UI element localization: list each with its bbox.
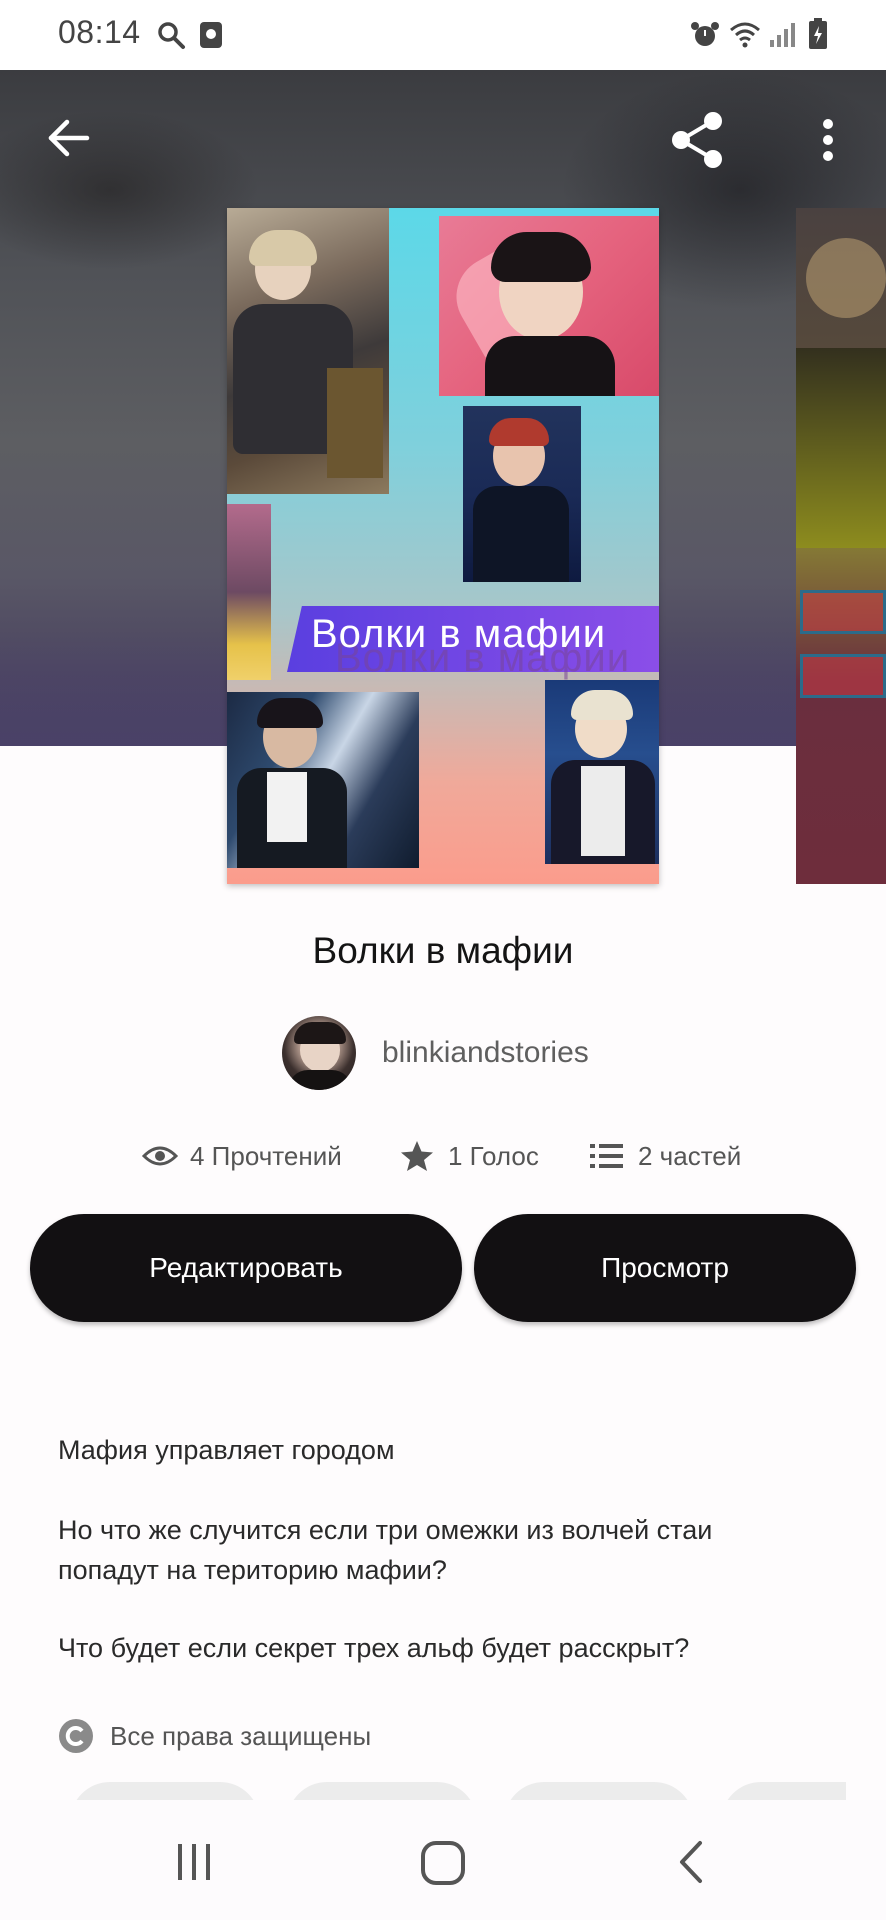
alarm-icon (691, 22, 719, 46)
more-options-button[interactable] (806, 110, 850, 170)
copyright-icon (59, 1719, 93, 1753)
description-line: Но что же случится если три омежки из во… (58, 1515, 713, 1585)
view-button[interactable]: Просмотр (474, 1214, 856, 1322)
description-line: Что будет если секрет трех альф будет ра… (58, 1633, 690, 1663)
status-time: 08:14 (58, 14, 141, 50)
copyright-notice: Все права защищены (58, 1716, 371, 1756)
back-button[interactable] (36, 106, 100, 170)
cover-photo (439, 216, 659, 396)
votes-stat: 1 Голос (400, 1136, 539, 1176)
votes-count: 1 Голос (448, 1140, 539, 1171)
description-line: Мафия управляет городом (58, 1435, 395, 1465)
signal-icon (770, 23, 795, 47)
reads-stat: 4 Прочтений (142, 1136, 342, 1176)
reads-count: 4 Прочтений (190, 1140, 342, 1171)
cover-photo (227, 692, 419, 868)
cover-photo (227, 208, 389, 494)
next-story-cover[interactable] (796, 208, 886, 884)
share-button[interactable] (662, 104, 734, 176)
copyright-label: Все права защищены (110, 1720, 372, 1751)
author-avatar[interactable] (282, 1016, 356, 1090)
story-title: Волки в мафии (312, 930, 574, 971)
screenshot-icon (200, 22, 222, 48)
arrow-left-icon (48, 119, 90, 157)
back-chevron-icon[interactable] (676, 1840, 708, 1884)
next-cover-tag (800, 654, 886, 698)
share-icon (672, 112, 722, 168)
story-cover[interactable]: Волки в мафии Волки в мафии (227, 208, 659, 884)
home-icon[interactable] (420, 1840, 466, 1886)
parts-count: 2 частей (638, 1140, 742, 1171)
status-bar: 08:14 (0, 0, 886, 70)
system-nav-bar (0, 1800, 886, 1920)
list-icon (590, 1144, 623, 1168)
cover-photo (227, 504, 271, 680)
parts-stat: 2 частей (590, 1136, 741, 1176)
battery-icon (809, 18, 827, 49)
cover-photo (545, 680, 659, 864)
author-name[interactable]: blinkiandstories (382, 1036, 589, 1070)
cover-title: Волки в мафии (311, 612, 607, 656)
next-cover-tag (800, 590, 886, 634)
recent-apps-icon[interactable] (174, 1842, 214, 1882)
cover-photo (463, 406, 581, 582)
more-vertical-icon (823, 119, 833, 161)
search-icon (158, 22, 185, 49)
star-icon (401, 1141, 433, 1171)
eye-icon (142, 1146, 178, 1166)
wifi-icon (730, 22, 760, 48)
edit-button[interactable]: Редактировать (30, 1214, 462, 1322)
